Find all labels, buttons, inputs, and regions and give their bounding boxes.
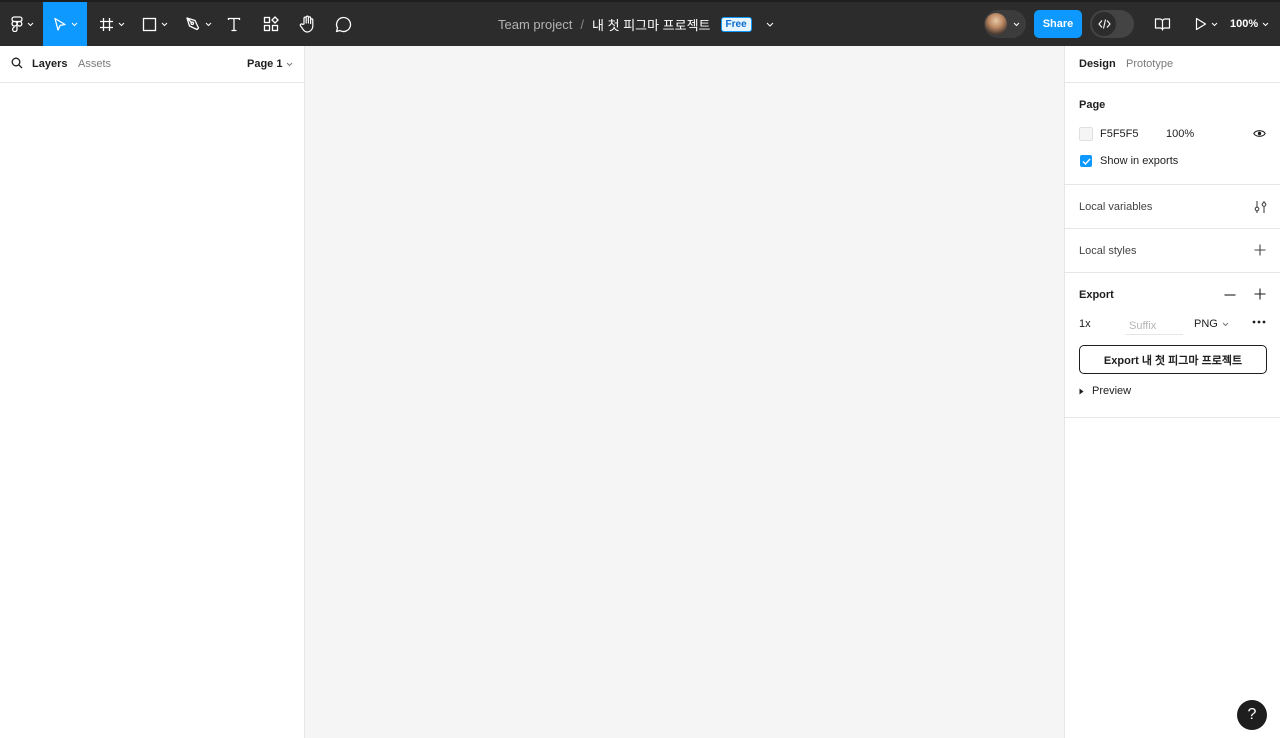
page-selector[interactable]: Page 1 [247, 58, 293, 70]
local-variables-section[interactable]: Local variables [1065, 185, 1280, 229]
present-button[interactable] [1190, 2, 1222, 46]
chevron-down-icon [1222, 322, 1229, 326]
export-section-title: Export [1079, 289, 1114, 301]
toolbar: Team project / 내 첫 피그마 프로젝트 Free Share 1… [0, 0, 1280, 46]
export-format-value: PNG [1194, 318, 1218, 330]
page-selector-label: Page 1 [247, 58, 283, 70]
frame-tool-icon [100, 17, 113, 31]
page-section-title: Page [1079, 99, 1106, 111]
figma-menu-icon [10, 16, 23, 32]
tab-assets[interactable]: Assets [78, 58, 111, 70]
chevron-down-icon [205, 22, 211, 26]
components-icon [263, 16, 279, 32]
chevron-down-icon[interactable] [766, 22, 774, 27]
properties-tabs: Design Prototype [1065, 46, 1280, 83]
project-name[interactable]: Team project [498, 17, 572, 32]
tab-design[interactable]: Design [1079, 58, 1116, 70]
preview-label: Preview [1092, 385, 1132, 397]
export-scale[interactable]: 1x [1079, 318, 1091, 330]
multiplayer-avatar-menu[interactable] [984, 10, 1026, 38]
export-section: Export 1x PNG Export 내 첫 피그마 프로젝트 Previe… [1065, 273, 1280, 418]
frame-tool-button[interactable] [96, 2, 128, 46]
library-icon [1154, 18, 1170, 31]
tab-prototype[interactable]: Prototype [1126, 58, 1173, 70]
shape-tool-button[interactable] [138, 2, 172, 46]
page-color-opacity[interactable]: 100% [1166, 128, 1194, 140]
properties-panel: Design Prototype Page F5F5F5 100% Show i… [1064, 46, 1280, 738]
export-suffix-input[interactable] [1125, 313, 1183, 335]
page-color-swatch[interactable] [1079, 127, 1093, 141]
local-styles-section[interactable]: Local styles [1065, 229, 1280, 273]
caret-right-icon [1079, 388, 1084, 394]
file-title: Team project / 내 첫 피그마 프로젝트 Free [498, 2, 774, 46]
file-name[interactable]: 내 첫 피그마 프로젝트 [592, 15, 710, 34]
resources-button[interactable] [258, 2, 284, 46]
comment-tool-button[interactable] [330, 2, 356, 46]
more-options-icon[interactable] [1252, 320, 1266, 324]
pen-tool-icon [185, 17, 199, 31]
text-tool-icon [227, 17, 241, 31]
export-button[interactable]: Export 내 첫 피그마 프로젝트 [1079, 345, 1267, 374]
page-color-hex[interactable]: F5F5F5 [1100, 128, 1139, 140]
move-tool-button[interactable] [43, 2, 87, 46]
zoom-value: 100% [1230, 18, 1259, 30]
dev-mode-knob [1092, 12, 1116, 36]
chevron-down-icon [161, 22, 168, 26]
text-tool-button[interactable] [222, 2, 246, 46]
left-panel-header: Layers Assets Page 1 [0, 46, 304, 83]
minus-icon[interactable] [1224, 289, 1236, 301]
layers-panel: Layers Assets Page 1 [0, 46, 305, 738]
breadcrumb-separator: / [580, 16, 585, 32]
comment-icon [335, 16, 351, 32]
chevron-down-icon [1211, 22, 1217, 26]
eye-icon[interactable] [1253, 129, 1266, 138]
main-menu-button[interactable] [6, 2, 38, 46]
export-format-select[interactable]: PNG [1194, 318, 1229, 330]
show-in-exports-label: Show in exports [1100, 155, 1179, 167]
help-button[interactable]: ? [1237, 700, 1267, 730]
checkmark-icon [1082, 158, 1091, 165]
hand-tool-icon [299, 15, 313, 33]
show-in-exports-checkbox[interactable] [1080, 155, 1092, 167]
code-icon [1097, 19, 1111, 29]
plan-badge: Free [720, 16, 752, 32]
library-button[interactable] [1150, 2, 1174, 46]
local-variables-label: Local variables [1079, 201, 1153, 213]
chevron-down-icon [71, 22, 77, 26]
move-tool-icon [53, 17, 66, 31]
plus-icon[interactable] [1254, 288, 1266, 300]
tab-layers[interactable]: Layers [32, 58, 67, 70]
canvas[interactable] [305, 46, 1064, 738]
present-icon [1195, 17, 1206, 31]
search-icon[interactable] [11, 57, 23, 69]
chevron-down-icon [287, 62, 293, 66]
pen-tool-button[interactable] [181, 2, 215, 46]
page-section: Page F5F5F5 100% [1065, 83, 1280, 185]
dev-mode-toggle[interactable] [1090, 10, 1134, 38]
hand-tool-button[interactable] [294, 2, 320, 46]
local-styles-label: Local styles [1079, 245, 1137, 257]
avatar [985, 13, 1007, 35]
zoom-level[interactable]: 100% [1230, 2, 1269, 46]
chevron-down-icon [27, 22, 33, 26]
chevron-down-icon [118, 22, 125, 26]
chevron-down-icon [1013, 22, 1020, 26]
preview-toggle[interactable]: Preview [1079, 385, 1131, 397]
chevron-down-icon [1262, 22, 1269, 26]
share-button[interactable]: Share [1034, 10, 1082, 38]
plus-icon[interactable] [1254, 244, 1266, 256]
variables-icon[interactable] [1254, 200, 1267, 214]
rectangle-tool-icon [142, 17, 157, 31]
